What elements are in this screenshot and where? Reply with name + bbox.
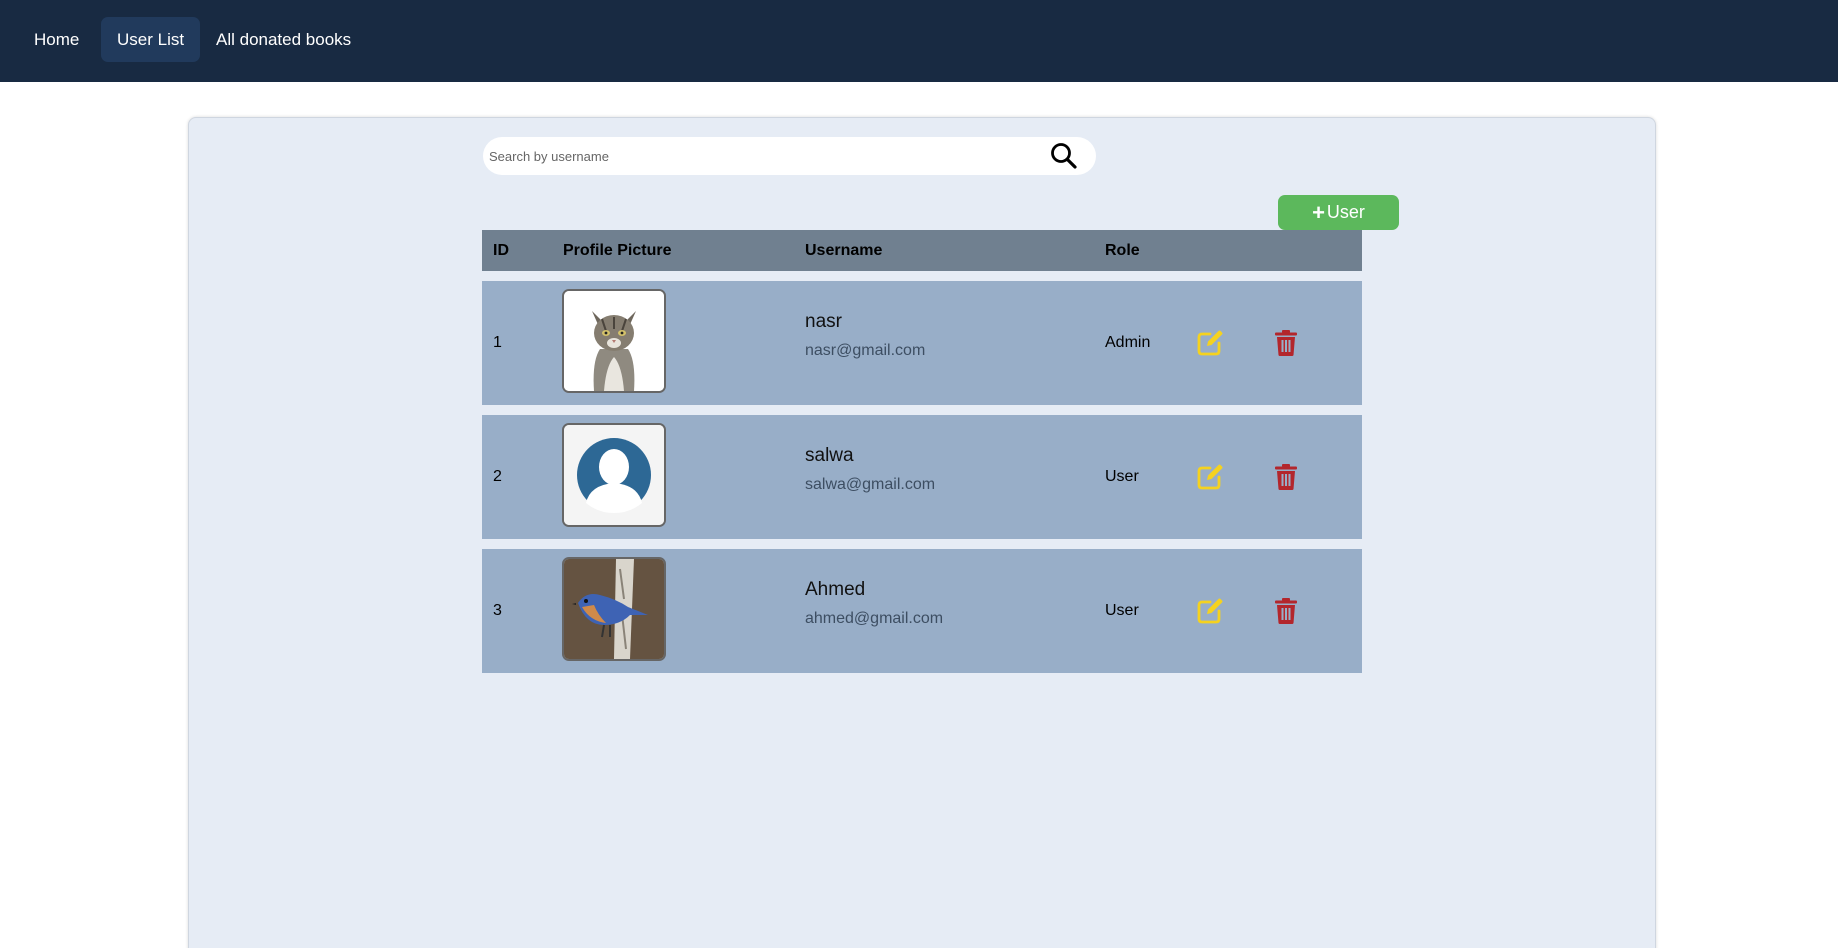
user-role: User [1105,468,1139,485]
profile-picture-bluebird [562,557,666,661]
table-row: 3 Ahmed ahmed@gmail.com User [482,549,1362,673]
search-bar [483,137,1096,175]
user-email: nasr@gmail.com [805,342,926,359]
profile-picture-default-avatar [562,423,666,527]
header-profile-picture: Profile Picture [563,242,672,259]
header-role: Role [1105,242,1140,259]
user-role: Admin [1105,334,1151,351]
user-email: salwa@gmail.com [805,476,936,493]
user-id: 1 [493,334,502,351]
add-user-button[interactable]: + User [1278,195,1399,230]
nav-all-donated-books[interactable]: All donated books [200,17,367,62]
table-row: 2 salwa salwa@gmail.com User [482,415,1362,539]
trash-icon[interactable] [1274,597,1298,625]
user-id: 3 [493,602,502,619]
user-role: User [1105,602,1139,619]
header-id: ID [493,242,509,259]
user-email: ahmed@gmail.com [805,610,944,627]
top-navbar: Home User List All donated books [0,0,1838,82]
user-id: 2 [493,468,502,485]
trash-icon[interactable] [1274,329,1298,357]
edit-icon[interactable] [1196,463,1224,491]
edit-icon[interactable] [1196,597,1224,625]
table-header: ID Profile Picture Username Role [482,230,1362,271]
username: Ahmed [805,579,866,600]
nav-user-list[interactable]: User List [101,17,201,62]
username: salwa [805,445,854,466]
nav-home[interactable]: Home [18,17,95,62]
username: nasr [805,311,842,332]
add-user-label: User [1326,202,1365,222]
profile-picture-cat [562,289,666,393]
search-input[interactable] [489,143,1009,169]
trash-icon[interactable] [1274,463,1298,491]
plus-icon: + [1312,200,1325,225]
search-icon[interactable] [1049,141,1079,171]
header-username: Username [805,242,883,259]
edit-icon[interactable] [1196,329,1224,357]
table-row: 1 nasr nasr@gmail.com Admin [482,281,1362,405]
